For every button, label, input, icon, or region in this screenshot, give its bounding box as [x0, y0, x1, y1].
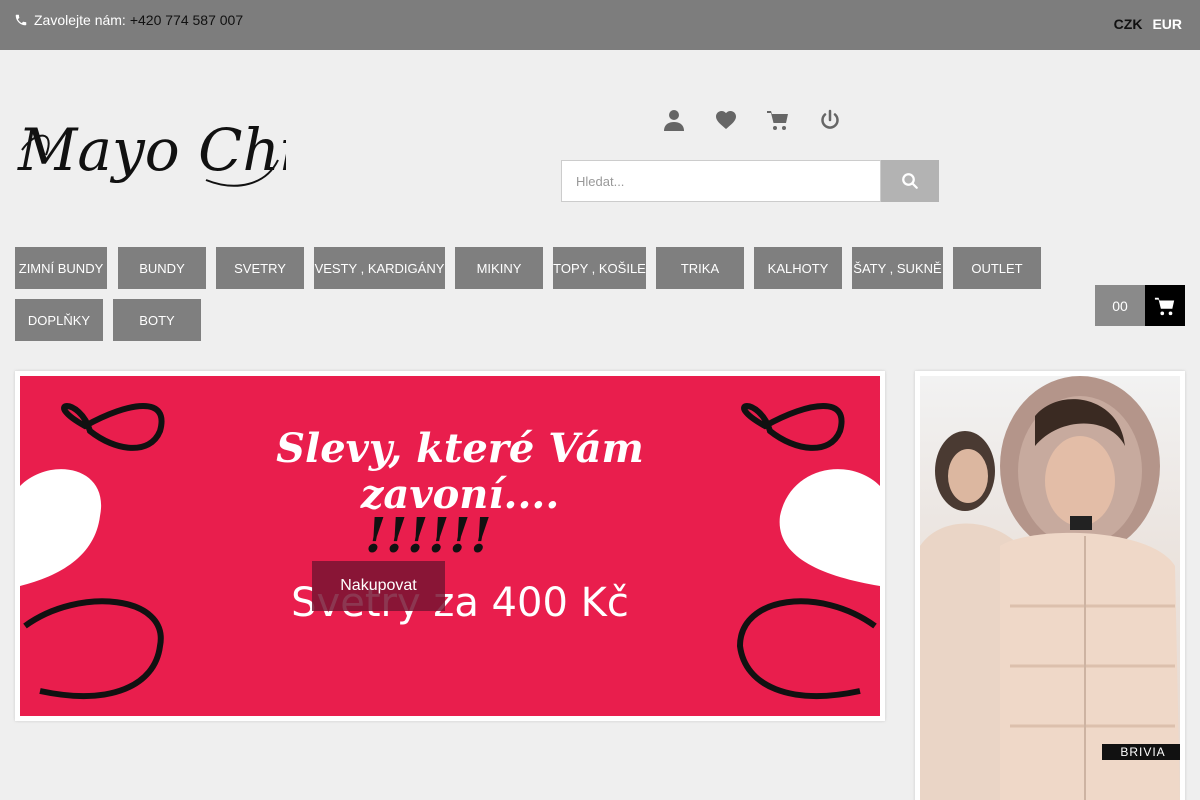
model-illustration	[920, 376, 1180, 800]
cart-icon	[1154, 297, 1175, 315]
mini-cart-button[interactable]	[1145, 285, 1185, 326]
power-icon[interactable]	[818, 108, 842, 132]
nav-item-zimni-bundy[interactable]: ZIMNÍ BUNDY	[15, 247, 107, 289]
cart-icon[interactable]	[766, 108, 790, 132]
hero-banner[interactable]: Slevy, které Vám zavoní.... !!!!!! Svetr…	[20, 376, 880, 716]
logo-wordmark: Mayo Chix	[17, 116, 331, 187]
currency-eur[interactable]: EUR	[1152, 16, 1182, 32]
currency-czk[interactable]: CZK	[1114, 16, 1143, 32]
phone-label: Zavolejte nám:	[34, 12, 126, 28]
nav-item-outlet[interactable]: OUTLET	[953, 247, 1041, 289]
nav-item-topy-kosile[interactable]: TOPY , KOŠILE	[553, 247, 646, 289]
banner-headline: Slevy, které Vám zavoní....	[276, 425, 644, 518]
top-bar: Zavolejte nám: +420 774 587 007 CZK EUR	[0, 0, 1200, 50]
search-bar	[561, 160, 939, 202]
header-icons	[662, 108, 842, 132]
nav-item-mikiny[interactable]: MIKINY	[455, 247, 543, 289]
nav-item-trika[interactable]: TRIKA	[656, 247, 744, 289]
banner-exclaim: !!!!!!	[365, 508, 492, 564]
site-logo[interactable]: Mayo Chix	[16, 100, 331, 196]
cart-count: 00	[1095, 285, 1145, 326]
search-input[interactable]	[561, 160, 881, 202]
shop-now-button[interactable]: Nakupovat	[312, 561, 445, 611]
user-icon[interactable]	[662, 108, 686, 132]
hero-slider: Slevy, které Vám zavoní.... !!!!!! Svetr…	[15, 371, 885, 721]
heart-icon	[61, 403, 165, 451]
phone-contact: Zavolejte nám: +420 774 587 007	[14, 12, 243, 28]
nav-item-vesty-kardigany[interactable]: VESTY , KARDIGÁNY	[314, 247, 445, 289]
nav-item-boty[interactable]: BOTY	[113, 299, 201, 341]
brand-label: BRIVIA	[1102, 744, 1180, 760]
logo-text: Mayo Chix	[17, 116, 286, 184]
heart-icon	[23, 598, 164, 699]
heart-icon	[741, 403, 845, 451]
heart-icon	[736, 598, 877, 699]
search-icon	[902, 173, 918, 189]
nav-item-doplnky[interactable]: DOPLŇKY	[15, 299, 103, 341]
side-promo[interactable]: BRIVIA	[915, 371, 1185, 800]
phone-number[interactable]: +420 774 587 007	[130, 12, 243, 28]
nav-item-svetry[interactable]: SVETRY	[216, 247, 304, 289]
nav-item-kalhoty[interactable]: KALHOTY	[754, 247, 842, 289]
mini-cart[interactable]: 00	[1095, 285, 1185, 326]
currency-switcher: CZK EUR	[1114, 16, 1182, 32]
promo-image: BRIVIA	[920, 376, 1180, 800]
heart-icon[interactable]	[714, 108, 738, 132]
phone-icon	[15, 14, 27, 26]
nav-item-saty-sukne[interactable]: ŠATY , SUKNĚ	[852, 247, 943, 289]
search-button[interactable]	[881, 160, 939, 202]
heart-icon	[20, 469, 102, 586]
nav-item-bundy[interactable]: BUNDY	[118, 247, 206, 289]
heart-icon	[779, 469, 880, 586]
